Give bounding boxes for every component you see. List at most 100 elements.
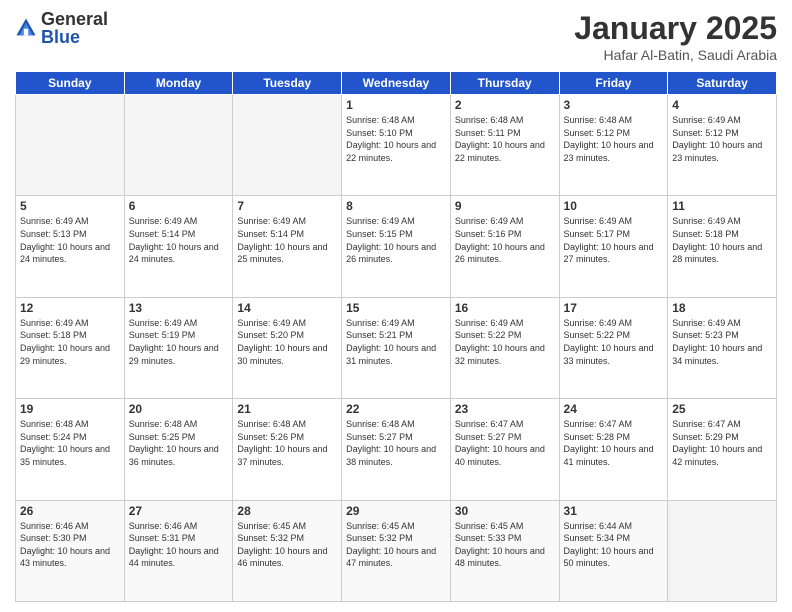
day-cell: 1Sunrise: 6:48 AM Sunset: 5:10 PM Daylig…	[342, 95, 451, 196]
day-number: 4	[672, 98, 772, 112]
day-cell	[16, 95, 125, 196]
day-number: 14	[237, 301, 337, 315]
day-number: 22	[346, 402, 446, 416]
day-info: Sunrise: 6:48 AM Sunset: 5:26 PM Dayligh…	[237, 418, 337, 468]
day-info: Sunrise: 6:47 AM Sunset: 5:29 PM Dayligh…	[672, 418, 772, 468]
day-number: 31	[564, 504, 664, 518]
title-block: January 2025 Hafar Al-Batin, Saudi Arabi…	[574, 10, 777, 63]
day-number: 7	[237, 199, 337, 213]
col-sunday: Sunday	[16, 72, 125, 95]
day-info: Sunrise: 6:49 AM Sunset: 5:22 PM Dayligh…	[564, 317, 664, 367]
day-cell: 2Sunrise: 6:48 AM Sunset: 5:11 PM Daylig…	[450, 95, 559, 196]
day-number: 11	[672, 199, 772, 213]
day-info: Sunrise: 6:45 AM Sunset: 5:32 PM Dayligh…	[237, 520, 337, 570]
logo: General Blue	[15, 10, 108, 46]
day-info: Sunrise: 6:45 AM Sunset: 5:32 PM Dayligh…	[346, 520, 446, 570]
day-number: 16	[455, 301, 555, 315]
col-monday: Monday	[124, 72, 233, 95]
day-number: 28	[237, 504, 337, 518]
day-number: 13	[129, 301, 229, 315]
day-number: 12	[20, 301, 120, 315]
header-row: Sunday Monday Tuesday Wednesday Thursday…	[16, 72, 777, 95]
day-cell: 14 Sunrise: 6:49 AM Sunset: 5:20 PM Dayli…	[233, 297, 342, 398]
logo-general-text: General	[41, 10, 108, 28]
day-cell: 28 Sunrise: 6:45 AM Sunset: 5:32 PM Dayli…	[233, 500, 342, 601]
col-tuesday: Tuesday	[233, 72, 342, 95]
day-cell: 11 Sunrise: 6:49 AM Sunset: 5:18 PM Dayli…	[668, 196, 777, 297]
day-number: 25	[672, 402, 772, 416]
day-info: Sunrise: 6:49 AM Sunset: 5:22 PM Dayligh…	[455, 317, 555, 367]
calendar-table: Sunday Monday Tuesday Wednesday Thursday…	[15, 71, 777, 602]
day-number: 27	[129, 504, 229, 518]
day-cell	[124, 95, 233, 196]
day-number: 2	[455, 98, 555, 112]
day-number: 5	[20, 199, 120, 213]
day-info: Sunrise: 6:48 AM Sunset: 5:25 PM Dayligh…	[129, 418, 229, 468]
day-number: 26	[20, 504, 120, 518]
day-info: Sunrise: 6:49 AM Sunset: 5:18 PM Dayligh…	[672, 215, 772, 265]
day-number: 15	[346, 301, 446, 315]
day-cell: 22 Sunrise: 6:48 AM Sunset: 5:27 PM Dayli…	[342, 399, 451, 500]
calendar-subtitle: Hafar Al-Batin, Saudi Arabia	[574, 47, 777, 63]
day-info: Sunrise: 6:48 AM Sunset: 5:12 PM Dayligh…	[564, 114, 664, 164]
week-row-5: 26 Sunrise: 6:46 AM Sunset: 5:30 PM Dayli…	[16, 500, 777, 601]
week-row-3: 12Sunrise: 6:49 AM Sunset: 5:18 PM Dayli…	[16, 297, 777, 398]
col-saturday: Saturday	[668, 72, 777, 95]
day-cell: 24 Sunrise: 6:47 AM Sunset: 5:28 PM Dayli…	[559, 399, 668, 500]
day-number: 10	[564, 199, 664, 213]
day-cell: 8 Sunrise: 6:49 AM Sunset: 5:15 PM Daylig…	[342, 196, 451, 297]
day-cell: 26 Sunrise: 6:46 AM Sunset: 5:30 PM Dayli…	[16, 500, 125, 601]
day-number: 30	[455, 504, 555, 518]
day-info: Sunrise: 6:49 AM Sunset: 5:12 PM Dayligh…	[672, 114, 772, 164]
calendar-title: January 2025	[574, 10, 777, 47]
day-info: Sunrise: 6:46 AM Sunset: 5:31 PM Dayligh…	[129, 520, 229, 570]
day-cell: 21 Sunrise: 6:48 AM Sunset: 5:26 PM Dayli…	[233, 399, 342, 500]
week-row-2: 5 Sunrise: 6:49 AM Sunset: 5:13 PM Daylig…	[16, 196, 777, 297]
day-info: Sunrise: 6:48 AM Sunset: 5:24 PM Dayligh…	[20, 418, 120, 468]
day-info: Sunrise: 6:44 AM Sunset: 5:34 PM Dayligh…	[564, 520, 664, 570]
day-number: 18	[672, 301, 772, 315]
col-friday: Friday	[559, 72, 668, 95]
week-row-1: 1Sunrise: 6:48 AM Sunset: 5:10 PM Daylig…	[16, 95, 777, 196]
day-info: Sunrise: 6:49 AM Sunset: 5:20 PM Dayligh…	[237, 317, 337, 367]
day-number: 1	[346, 98, 446, 112]
day-number: 29	[346, 504, 446, 518]
day-cell: 15Sunrise: 6:49 AM Sunset: 5:21 PM Dayli…	[342, 297, 451, 398]
day-number: 6	[129, 199, 229, 213]
day-info: Sunrise: 6:49 AM Sunset: 5:14 PM Dayligh…	[237, 215, 337, 265]
day-cell: 29 Sunrise: 6:45 AM Sunset: 5:32 PM Dayli…	[342, 500, 451, 601]
day-info: Sunrise: 6:49 AM Sunset: 5:15 PM Dayligh…	[346, 215, 446, 265]
day-cell: 7 Sunrise: 6:49 AM Sunset: 5:14 PM Daylig…	[233, 196, 342, 297]
day-number: 24	[564, 402, 664, 416]
calendar-page: General Blue January 2025 Hafar Al-Batin…	[0, 0, 792, 612]
day-info: Sunrise: 6:49 AM Sunset: 5:23 PM Dayligh…	[672, 317, 772, 367]
day-cell: 5 Sunrise: 6:49 AM Sunset: 5:13 PM Daylig…	[16, 196, 125, 297]
day-info: Sunrise: 6:47 AM Sunset: 5:27 PM Dayligh…	[455, 418, 555, 468]
day-cell	[668, 500, 777, 601]
day-cell: 19 Sunrise: 6:48 AM Sunset: 5:24 PM Dayli…	[16, 399, 125, 500]
day-info: Sunrise: 6:46 AM Sunset: 5:30 PM Dayligh…	[20, 520, 120, 570]
day-cell: 18 Sunrise: 6:49 AM Sunset: 5:23 PM Dayli…	[668, 297, 777, 398]
day-cell: 25 Sunrise: 6:47 AM Sunset: 5:29 PM Dayli…	[668, 399, 777, 500]
day-cell: 23 Sunrise: 6:47 AM Sunset: 5:27 PM Dayli…	[450, 399, 559, 500]
day-cell	[233, 95, 342, 196]
day-number: 19	[20, 402, 120, 416]
day-info: Sunrise: 6:47 AM Sunset: 5:28 PM Dayligh…	[564, 418, 664, 468]
day-cell: 17Sunrise: 6:49 AM Sunset: 5:22 PM Dayli…	[559, 297, 668, 398]
col-wednesday: Wednesday	[342, 72, 451, 95]
day-info: Sunrise: 6:49 AM Sunset: 5:13 PM Dayligh…	[20, 215, 120, 265]
logo-blue-text: Blue	[41, 28, 108, 46]
day-number: 23	[455, 402, 555, 416]
day-number: 21	[237, 402, 337, 416]
day-cell: 10Sunrise: 6:49 AM Sunset: 5:17 PM Dayli…	[559, 196, 668, 297]
header: General Blue January 2025 Hafar Al-Batin…	[15, 10, 777, 63]
day-info: Sunrise: 6:45 AM Sunset: 5:33 PM Dayligh…	[455, 520, 555, 570]
day-cell: 3Sunrise: 6:48 AM Sunset: 5:12 PM Daylig…	[559, 95, 668, 196]
day-number: 8	[346, 199, 446, 213]
day-cell: 20Sunrise: 6:48 AM Sunset: 5:25 PM Dayli…	[124, 399, 233, 500]
day-info: Sunrise: 6:48 AM Sunset: 5:27 PM Dayligh…	[346, 418, 446, 468]
day-cell: 31 Sunrise: 6:44 AM Sunset: 5:34 PM Dayli…	[559, 500, 668, 601]
day-cell: 12Sunrise: 6:49 AM Sunset: 5:18 PM Dayli…	[16, 297, 125, 398]
day-number: 9	[455, 199, 555, 213]
week-row-4: 19 Sunrise: 6:48 AM Sunset: 5:24 PM Dayli…	[16, 399, 777, 500]
